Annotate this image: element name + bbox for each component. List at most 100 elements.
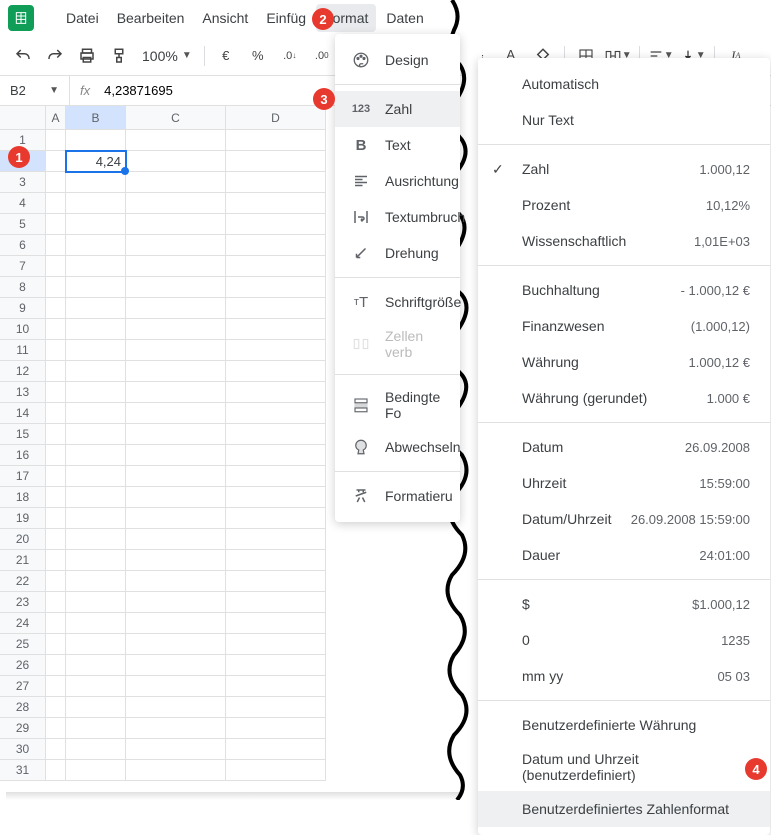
row-header-17[interactable]: 17	[0, 466, 46, 487]
cell-A8[interactable]	[46, 277, 66, 298]
format-menu-schriftgröße[interactable]: тTSchriftgröße	[335, 284, 460, 320]
row-header-26[interactable]: 26	[0, 655, 46, 676]
cell-D22[interactable]	[226, 571, 326, 592]
format-menu-zellen-verb[interactable]: Zellen verb	[335, 320, 460, 368]
decrease-decimal-button[interactable]: .0↓	[275, 41, 305, 71]
sheets-logo-icon[interactable]	[8, 5, 34, 31]
cell-C15[interactable]	[126, 424, 226, 445]
row-header-31[interactable]: 31	[0, 760, 46, 781]
cell-B27[interactable]	[66, 676, 126, 697]
format-menu-drehung[interactable]: Drehung	[335, 235, 460, 271]
cell-C13[interactable]	[126, 382, 226, 403]
cell-A9[interactable]	[46, 298, 66, 319]
row-header-24[interactable]: 24	[0, 613, 46, 634]
number-format-mm-yy[interactable]: mm yy05 03	[478, 658, 770, 694]
row-header-11[interactable]: 11	[0, 340, 46, 361]
cell-C22[interactable]	[126, 571, 226, 592]
number-format-datum[interactable]: Datum26.09.2008	[478, 429, 770, 465]
cell-D16[interactable]	[226, 445, 326, 466]
cell-B31[interactable]	[66, 760, 126, 781]
cell-A3[interactable]	[46, 172, 66, 193]
menu-datei[interactable]: Datei	[58, 4, 107, 32]
cell-C18[interactable]	[126, 487, 226, 508]
row-header-22[interactable]: 22	[0, 571, 46, 592]
format-menu-textumbruch[interactable]: Textumbruch	[335, 199, 460, 235]
row-header-16[interactable]: 16	[0, 445, 46, 466]
percent-button[interactable]: %	[243, 41, 273, 71]
number-format-buchhaltung[interactable]: Buchhaltung- 1.000,12 €	[478, 272, 770, 308]
undo-button[interactable]	[8, 41, 38, 71]
cell-B24[interactable]	[66, 613, 126, 634]
row-header-21[interactable]: 21	[0, 550, 46, 571]
cell-D27[interactable]	[226, 676, 326, 697]
cell-D1[interactable]	[226, 130, 326, 151]
cell-D14[interactable]	[226, 403, 326, 424]
cell-A30[interactable]	[46, 739, 66, 760]
cell-B5[interactable]	[66, 214, 126, 235]
cell-B7[interactable]	[66, 256, 126, 277]
row-header-4[interactable]: 4	[0, 193, 46, 214]
cell-D2[interactable]	[226, 151, 326, 172]
cell-C4[interactable]	[126, 193, 226, 214]
row-header-25[interactable]: 25	[0, 634, 46, 655]
cell-B1[interactable]	[66, 130, 126, 151]
cell-C9[interactable]	[126, 298, 226, 319]
cell-C12[interactable]	[126, 361, 226, 382]
row-header-15[interactable]: 15	[0, 424, 46, 445]
cell-A26[interactable]	[46, 655, 66, 676]
select-all-corner[interactable]	[0, 106, 46, 130]
number-format-dauer[interactable]: Dauer24:01:00	[478, 537, 770, 573]
cell-C23[interactable]	[126, 592, 226, 613]
number-format-datum-uhrzeit[interactable]: Datum/Uhrzeit26.09.2008 15:59:00	[478, 501, 770, 537]
number-format-wissenschaftlich[interactable]: Wissenschaftlich1,01E+03	[478, 223, 770, 259]
cell-B10[interactable]	[66, 319, 126, 340]
cell-C20[interactable]	[126, 529, 226, 550]
cell-D9[interactable]	[226, 298, 326, 319]
menu-daten[interactable]: Daten	[378, 4, 431, 32]
cell-D18[interactable]	[226, 487, 326, 508]
cell-A27[interactable]	[46, 676, 66, 697]
format-menu-ausrichtung[interactable]: Ausrichtung	[335, 163, 460, 199]
cell-C30[interactable]	[126, 739, 226, 760]
number-format-benutzerdefiniertes-zahlenformat[interactable]: Benutzerdefiniertes Zahlenformat	[478, 791, 770, 827]
number-format-benutzerdefinierte-w-hrung[interactable]: Benutzerdefinierte Währung	[478, 707, 770, 743]
number-format-finanzwesen[interactable]: Finanzwesen(1.000,12)	[478, 308, 770, 344]
number-format-prozent[interactable]: Prozent10,12%	[478, 187, 770, 223]
cell-B17[interactable]	[66, 466, 126, 487]
format-menu-design[interactable]: Design	[335, 42, 460, 78]
number-format-w-hrung[interactable]: Währung1.000,12 €	[478, 344, 770, 380]
cell-D17[interactable]	[226, 466, 326, 487]
cell-D6[interactable]	[226, 235, 326, 256]
cell-D23[interactable]	[226, 592, 326, 613]
row-header-10[interactable]: 10	[0, 319, 46, 340]
row-header-3[interactable]: 3	[0, 172, 46, 193]
cell-B3[interactable]	[66, 172, 126, 193]
cell-C1[interactable]	[126, 130, 226, 151]
currency-button[interactable]: €	[211, 41, 241, 71]
cell-A20[interactable]	[46, 529, 66, 550]
number-format-datum-und-uhrzeit-benutzerdefiniert-[interactable]: Datum und Uhrzeit (benutzerdefiniert)	[478, 743, 770, 791]
cell-C29[interactable]	[126, 718, 226, 739]
cell-A7[interactable]	[46, 256, 66, 277]
paint-format-button[interactable]	[104, 41, 134, 71]
cell-C16[interactable]	[126, 445, 226, 466]
cell-A19[interactable]	[46, 508, 66, 529]
cell-B12[interactable]	[66, 361, 126, 382]
cell-B19[interactable]	[66, 508, 126, 529]
cell-D20[interactable]	[226, 529, 326, 550]
cell-C7[interactable]	[126, 256, 226, 277]
cell-A22[interactable]	[46, 571, 66, 592]
cell-D10[interactable]	[226, 319, 326, 340]
cell-D5[interactable]	[226, 214, 326, 235]
cell-A16[interactable]	[46, 445, 66, 466]
cell-A6[interactable]	[46, 235, 66, 256]
cell-A5[interactable]	[46, 214, 66, 235]
row-header-18[interactable]: 18	[0, 487, 46, 508]
cell-D28[interactable]	[226, 697, 326, 718]
cell-B8[interactable]	[66, 277, 126, 298]
cell-B16[interactable]	[66, 445, 126, 466]
number-format-uhrzeit[interactable]: Uhrzeit15:59:00	[478, 465, 770, 501]
cell-A13[interactable]	[46, 382, 66, 403]
cell-C17[interactable]	[126, 466, 226, 487]
col-header-D[interactable]: D	[226, 106, 326, 130]
